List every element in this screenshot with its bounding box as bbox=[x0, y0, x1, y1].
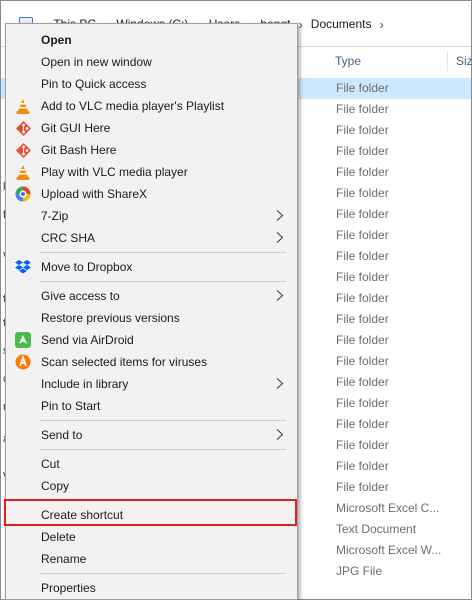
file-type-cell: File folder bbox=[336, 312, 389, 326]
file-type-cell: JPG File bbox=[336, 564, 383, 578]
menu-separator bbox=[40, 420, 286, 421]
file-type-cell: File folder bbox=[336, 249, 389, 263]
menu-item-open[interactable]: Open bbox=[7, 29, 296, 51]
chevron-right-icon bbox=[276, 378, 284, 389]
file-type-cell: File folder bbox=[336, 207, 389, 221]
vlc-cone-icon bbox=[15, 98, 31, 114]
menu-item-label: Open bbox=[41, 33, 72, 47]
column-type[interactable]: Type bbox=[335, 54, 361, 68]
menu-item-label: Git Bash Here bbox=[41, 143, 117, 157]
file-type-cell: Microsoft Excel W... bbox=[336, 543, 442, 557]
menu-item-include-library[interactable]: Include in library bbox=[7, 373, 296, 395]
file-type-cell: Microsoft Excel C... bbox=[336, 501, 440, 515]
git-gui-icon bbox=[15, 120, 31, 136]
file-type-cell: File folder bbox=[336, 480, 389, 494]
menu-item-git-bash[interactable]: Git Bash Here bbox=[7, 139, 296, 161]
menu-item-label: Rename bbox=[41, 552, 87, 566]
menu-item-label: Pin to Quick access bbox=[41, 77, 147, 91]
menu-item-label: CRC SHA bbox=[41, 231, 96, 245]
file-type-cell: File folder bbox=[336, 165, 389, 179]
file-type-cell: File folder bbox=[336, 459, 389, 473]
menu-item-label: Cut bbox=[41, 457, 60, 471]
menu-item-open-new-window[interactable]: Open in new window bbox=[7, 51, 296, 73]
menu-item-copy[interactable]: Copy bbox=[7, 475, 296, 497]
menu-item-scan-viruses[interactable]: Scan selected items for viruses bbox=[7, 351, 296, 373]
menu-item-restore-versions[interactable]: Restore previous versions bbox=[7, 307, 296, 329]
chevron-right-icon bbox=[276, 429, 284, 440]
menu-item-airdroid[interactable]: Send via AirDroid bbox=[7, 329, 296, 351]
menu-item-label: Restore previous versions bbox=[41, 311, 180, 325]
file-type-cell: File folder bbox=[336, 438, 389, 452]
menu-item-label: Properties bbox=[41, 581, 96, 595]
menu-item-dropbox[interactable]: Move to Dropbox bbox=[7, 256, 296, 278]
file-type-cell: File folder bbox=[336, 270, 389, 284]
menu-item-label: Copy bbox=[41, 479, 70, 493]
menu-item-label: Add to VLC media player's Playlist bbox=[41, 99, 225, 113]
file-type-cell: File folder bbox=[336, 123, 389, 137]
menu-item-pin-quick-access[interactable]: Pin to Quick access bbox=[7, 73, 296, 95]
file-type-cell: File folder bbox=[336, 81, 389, 95]
menu-item-vlc-playlist[interactable]: Add to VLC media player's Playlist bbox=[7, 95, 296, 117]
menu-item-label: Include in library bbox=[41, 377, 129, 391]
file-type-cell: File folder bbox=[336, 333, 389, 347]
menu-separator bbox=[40, 573, 286, 574]
menu-item-label: 7-Zip bbox=[41, 209, 69, 223]
menu-item-label: Send via AirDroid bbox=[41, 333, 134, 347]
file-type-cell: File folder bbox=[336, 186, 389, 200]
dropbox-icon bbox=[15, 259, 31, 275]
create-shortcut-highlight-box bbox=[4, 499, 297, 526]
git-bash-icon bbox=[15, 142, 31, 158]
file-type-cell: File folder bbox=[336, 102, 389, 116]
chevron-right-icon bbox=[276, 232, 284, 243]
menu-separator bbox=[40, 449, 286, 450]
menu-item-label: Open in new window bbox=[41, 55, 152, 69]
chevron-right-icon: › bbox=[298, 16, 303, 32]
menu-item-properties[interactable]: Properties bbox=[7, 577, 296, 599]
menu-item-crc-sha[interactable]: CRC SHA bbox=[7, 227, 296, 249]
chevron-right-icon[interactable]: › bbox=[380, 17, 384, 32]
menu-separator bbox=[40, 281, 286, 282]
menu-item-label: Upload with ShareX bbox=[41, 187, 148, 201]
menu-item-send-to[interactable]: Send to bbox=[7, 424, 296, 446]
menu-item-vlc-play[interactable]: Play with VLC media player bbox=[7, 161, 296, 183]
chevron-right-icon bbox=[276, 290, 284, 301]
sharex-icon bbox=[15, 186, 31, 202]
airdroid-icon bbox=[15, 332, 31, 348]
avast-icon bbox=[15, 354, 31, 370]
column-divider[interactable] bbox=[447, 51, 448, 71]
file-type-cell: File folder bbox=[336, 144, 389, 158]
file-type-cell: File folder bbox=[336, 417, 389, 431]
column-size[interactable]: Size bbox=[456, 54, 472, 68]
menu-separator bbox=[40, 252, 286, 253]
menu-item-pin-start[interactable]: Pin to Start bbox=[7, 395, 296, 417]
menu-item-label: Pin to Start bbox=[41, 399, 101, 413]
menu-item-git-gui[interactable]: Git GUI Here bbox=[7, 117, 296, 139]
menu-item-label: Play with VLC media player bbox=[41, 165, 188, 179]
menu-item-cut[interactable]: Cut bbox=[7, 453, 296, 475]
file-type-cell: Text Document bbox=[336, 522, 417, 536]
menu-item-label: Git GUI Here bbox=[41, 121, 111, 135]
file-type-cell: File folder bbox=[336, 291, 389, 305]
menu-item-sharex[interactable]: Upload with ShareX bbox=[7, 183, 296, 205]
menu-item-delete[interactable]: Delete bbox=[7, 526, 296, 548]
file-type-cell: File folder bbox=[336, 396, 389, 410]
menu-item-give-access[interactable]: Give access to bbox=[7, 285, 296, 307]
file-type-cell: File folder bbox=[336, 375, 389, 389]
file-type-cell: File folder bbox=[336, 228, 389, 242]
breadcrumb-documents[interactable]: Documents bbox=[311, 17, 372, 31]
file-type-cell: File folder bbox=[336, 354, 389, 368]
menu-item-7zip[interactable]: 7-Zip bbox=[7, 205, 296, 227]
chevron-right-icon bbox=[276, 210, 284, 221]
menu-item-label: Scan selected items for viruses bbox=[41, 355, 208, 369]
menu-item-label: Move to Dropbox bbox=[41, 260, 133, 274]
menu-item-label: Give access to bbox=[41, 289, 120, 303]
menu-item-label: Send to bbox=[41, 428, 83, 442]
vlc-cone-icon bbox=[15, 164, 31, 180]
menu-item-rename[interactable]: Rename bbox=[7, 548, 296, 570]
menu-item-label: Delete bbox=[41, 530, 76, 544]
